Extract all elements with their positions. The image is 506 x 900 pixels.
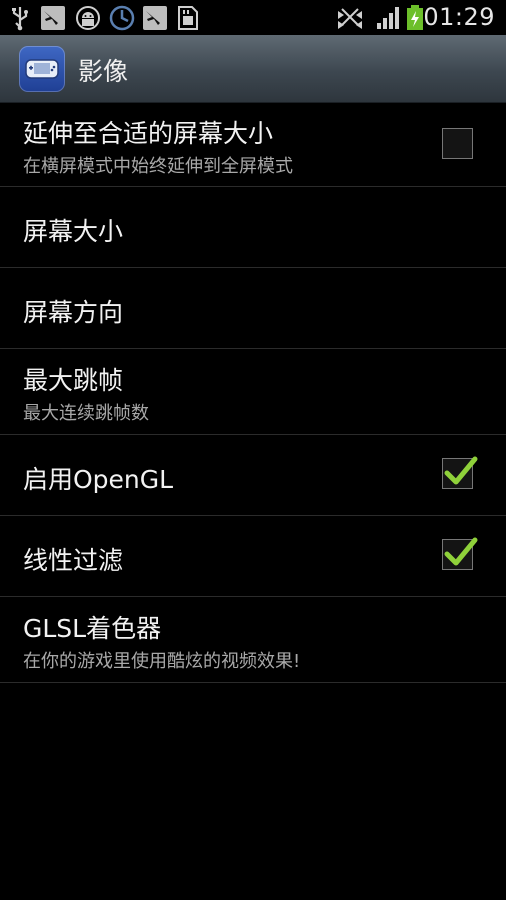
status-time: 01:29 xyxy=(423,3,495,31)
signal-blocked-icon xyxy=(338,8,362,29)
page-title: 影像 xyxy=(78,57,129,86)
setting-title: GLSL着色器 xyxy=(23,614,162,643)
usb-icon xyxy=(12,7,28,31)
setting-stretch-to-fit[interactable]: 延伸至合适的屏幕大小 在横屏模式中始终延伸到全屏模式 xyxy=(0,102,506,187)
setting-max-frameskip[interactable]: 最大跳帧 最大连续跳帧数 xyxy=(0,349,506,435)
enable-opengl-checkbox[interactable] xyxy=(442,456,478,489)
setting-linear-filter[interactable]: 线性过滤 xyxy=(0,516,506,597)
sd-card-icon xyxy=(178,6,198,30)
airplane-mode-icon xyxy=(41,6,65,30)
settings-list: 延伸至合适的屏幕大小 在横屏模式中始终延伸到全屏模式 屏幕大小 屏幕方向 最大跳… xyxy=(0,102,506,683)
setting-screen-size[interactable]: 屏幕大小 xyxy=(0,187,506,268)
setting-title: 延伸至合适的屏幕大小 xyxy=(23,119,274,148)
setting-title: 线性过滤 xyxy=(23,546,124,575)
setting-summary: 在你的游戏里使用酷炫的视频效果! xyxy=(23,651,301,672)
check-mark-icon xyxy=(444,456,478,485)
gamepad-icon xyxy=(25,59,59,79)
check-mark-icon xyxy=(444,537,478,566)
setting-title: 屏幕大小 xyxy=(23,217,124,246)
battery-charging-icon xyxy=(407,5,423,30)
setting-summary: 最大连续跳帧数 xyxy=(23,403,149,424)
cell-signal-icon xyxy=(377,7,399,29)
gba-emulator-app-icon[interactable] xyxy=(19,46,65,92)
setting-title: 屏幕方向 xyxy=(23,298,124,327)
status-bar: 01:29 xyxy=(0,0,506,35)
setting-enable-opengl[interactable]: 启用OpenGL xyxy=(0,435,506,516)
setting-title: 启用OpenGL xyxy=(23,465,174,494)
setting-title: 最大跳帧 xyxy=(23,366,124,395)
setting-glsl-shader[interactable]: GLSL着色器 在你的游戏里使用酷炫的视频效果! xyxy=(0,597,506,683)
android-debug-icon xyxy=(76,6,100,30)
setting-summary: 在横屏模式中始终延伸到全屏模式 xyxy=(23,156,293,177)
setting-screen-orientation[interactable]: 屏幕方向 xyxy=(0,268,506,349)
sync-icon xyxy=(109,5,135,31)
action-bar: 影像 xyxy=(0,35,506,103)
airplane-mode-icon xyxy=(143,6,167,30)
linear-filter-checkbox[interactable] xyxy=(442,537,478,570)
stretch-to-fit-checkbox[interactable] xyxy=(442,128,473,159)
